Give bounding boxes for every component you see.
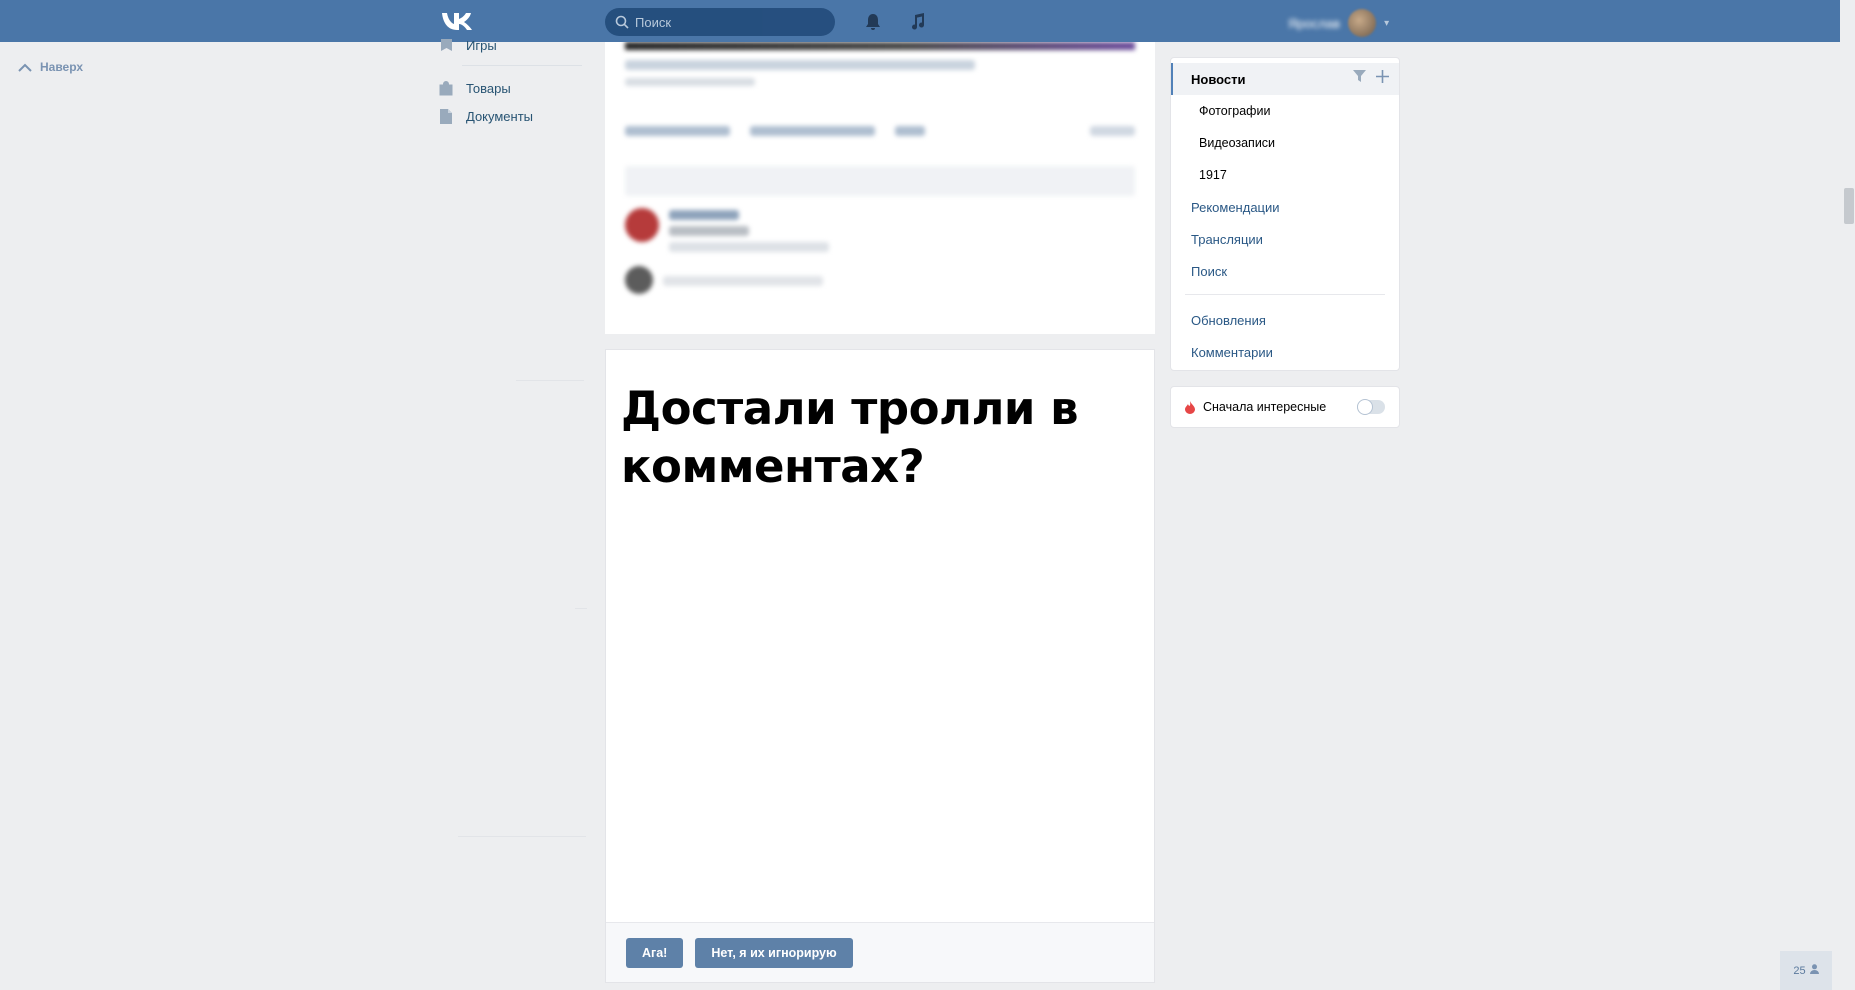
comment — [625, 208, 1135, 252]
poll-title: Достали тролли в комментах? — [621, 382, 1079, 493]
avatar — [625, 266, 653, 294]
search-input[interactable] — [635, 14, 815, 30]
like-action — [625, 126, 730, 136]
filter-item-streams[interactable]: Трансляции — [1171, 223, 1399, 255]
news-filter-menu: Новости Фотографии Видеозаписи 1917 Реко… — [1170, 57, 1400, 371]
profile-menu[interactable]: Ярослав ▾ — [1288, 9, 1389, 37]
user-icon — [1809, 964, 1819, 977]
interesting-first-label: Сначала интересные — [1203, 400, 1327, 414]
shopping-bag-icon — [438, 80, 454, 96]
feed-post-blurred — [605, 42, 1155, 334]
avatar — [1348, 9, 1377, 37]
document-icon — [438, 108, 454, 124]
filter-item-search[interactable]: Поиск — [1171, 255, 1399, 287]
scroll-up-label: Наверх — [40, 60, 84, 74]
filter-item-updates[interactable]: Обновления — [1171, 304, 1399, 336]
games-icon — [438, 37, 454, 53]
scrollbar[interactable] — [1840, 0, 1855, 990]
scrollbar-thumb[interactable] — [1844, 188, 1854, 224]
ignore-button[interactable]: Нет, я их игнорирую — [695, 937, 853, 968]
post-image — [625, 42, 1135, 50]
menu-item-label: Игры — [466, 37, 497, 53]
online-count: 25 — [1793, 964, 1806, 977]
menu-item-games[interactable]: Игры — [438, 31, 588, 59]
music-icon[interactable] — [907, 11, 929, 33]
menu-item-label: Документы — [466, 108, 534, 124]
bell-icon[interactable] — [862, 11, 884, 33]
filter-item-news[interactable]: Новости — [1171, 63, 1399, 95]
filter-icon[interactable] — [1353, 70, 1366, 86]
scroll-up-button[interactable]: Наверх — [18, 60, 83, 74]
avatar — [625, 208, 659, 242]
chevron-up-icon — [18, 63, 32, 72]
post-text — [625, 60, 975, 70]
filter-divider — [1185, 294, 1385, 295]
filter-item-recommendations[interactable]: Рекомендации — [1171, 191, 1399, 223]
profile-name: Ярослав — [1288, 15, 1341, 31]
filter-item-comments[interactable]: Комментарии — [1171, 336, 1399, 368]
show-comments — [625, 166, 1135, 196]
flame-icon — [1185, 400, 1195, 414]
comment-input-row — [625, 266, 1135, 294]
menu-divider — [462, 65, 582, 66]
menu-item-documents[interactable]: Документы — [438, 102, 588, 130]
search-box[interactable] — [605, 8, 835, 36]
filter-item-label: Новости — [1191, 71, 1246, 87]
menu-item-market[interactable]: Товары — [438, 74, 588, 102]
filter-item-photos[interactable]: Фотографии — [1171, 95, 1399, 127]
ghost-line — [575, 608, 587, 609]
post-actions — [625, 126, 1135, 136]
plus-icon[interactable] — [1376, 70, 1389, 86]
chevron-down-icon: ▾ — [1384, 17, 1390, 29]
left-menu: Игры Товары Документы — [438, 36, 588, 130]
search-icon — [615, 15, 629, 29]
poll-card: Достали тролли в комментах? Ага! Нет, я … — [605, 349, 1155, 983]
poll-footer: Ага! Нет, я их игнорирую — [606, 922, 1154, 982]
top-header: Ярослав ▾ — [0, 0, 1840, 42]
comment-action — [750, 126, 875, 136]
share-action — [895, 126, 925, 136]
interesting-first-toggle[interactable] — [1357, 399, 1385, 415]
yes-button[interactable]: Ага! — [626, 937, 684, 968]
ghost-line — [458, 836, 586, 837]
ghost-line — [516, 380, 584, 381]
menu-item-label: Товары — [466, 80, 511, 96]
online-counter[interactable]: 25 — [1780, 951, 1832, 990]
vk-logo-icon[interactable] — [440, 10, 474, 32]
filter-item-1917[interactable]: 1917 — [1171, 159, 1399, 191]
post-meta — [625, 78, 755, 86]
filter-item-videos[interactable]: Видеозаписи — [1171, 127, 1399, 159]
views-count — [1090, 126, 1135, 136]
interesting-first-block: Сначала интересные — [1170, 386, 1400, 428]
